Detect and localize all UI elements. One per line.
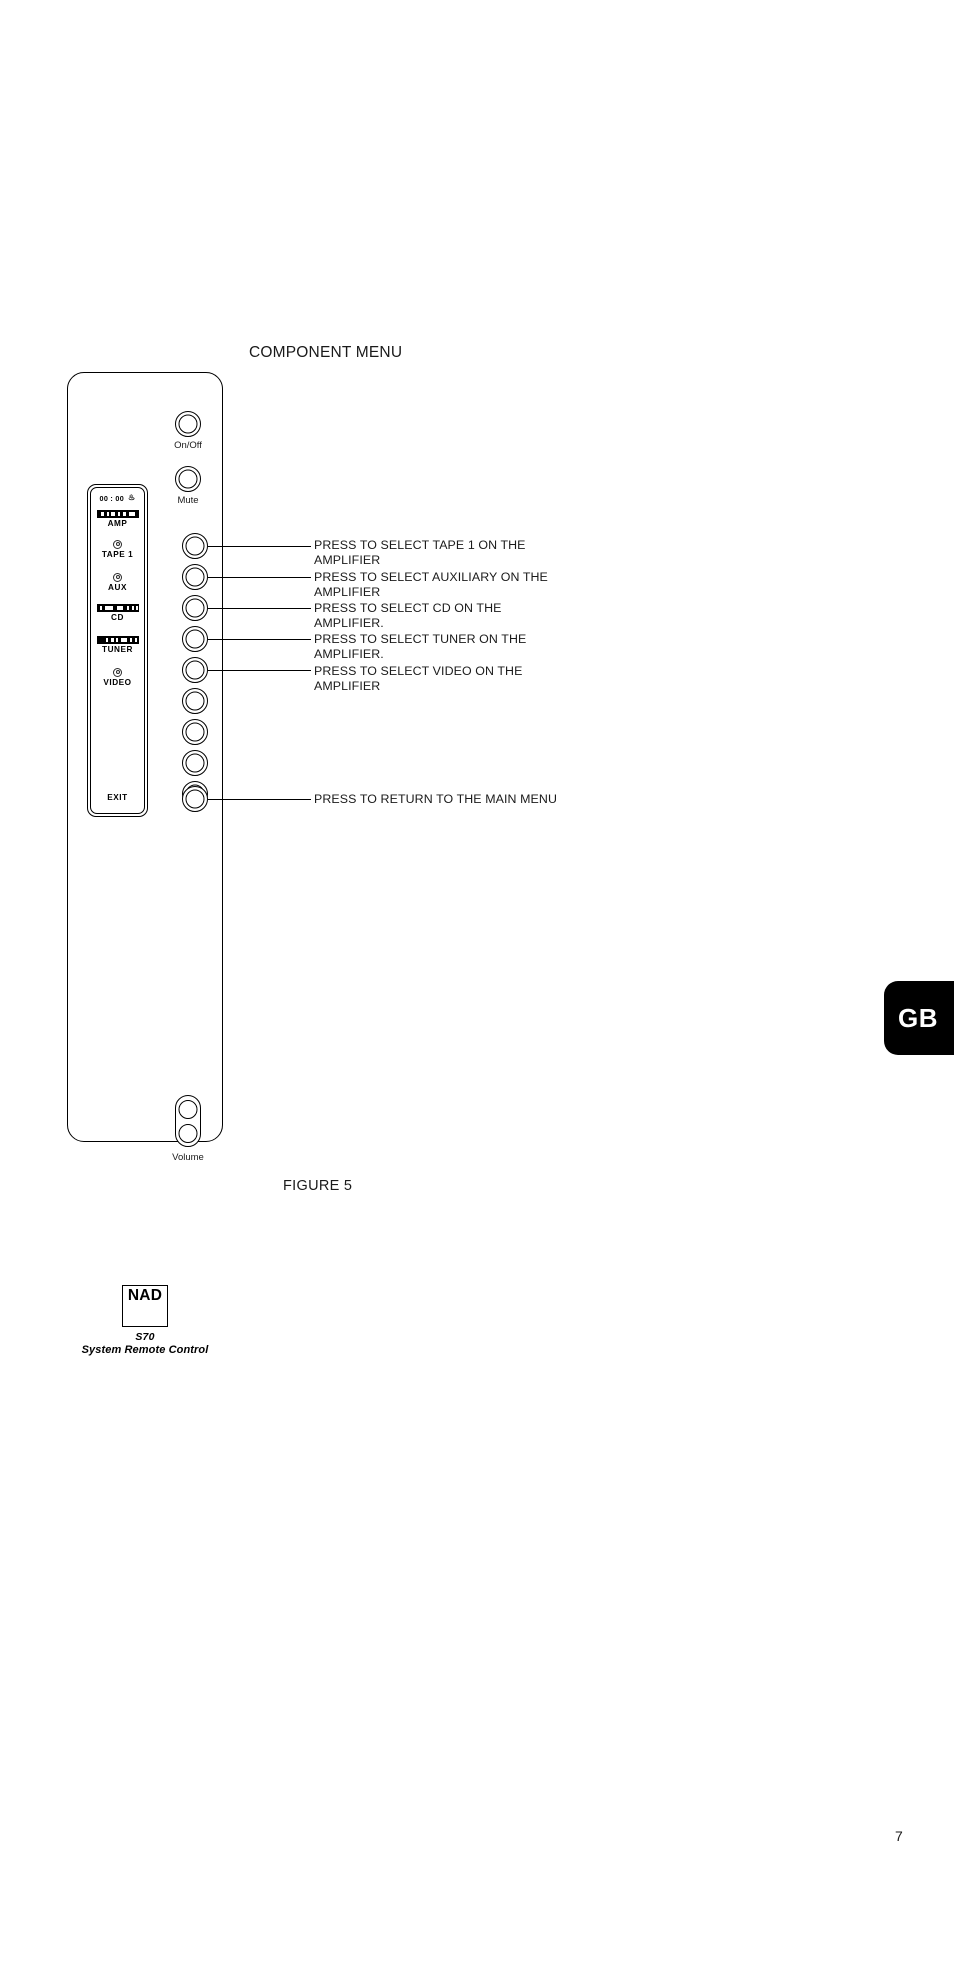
volume-rocker[interactable] <box>175 1095 201 1147</box>
leader-line-5 <box>208 670 311 671</box>
lcd-clock-row: 00 : 00 ♨ <box>91 494 145 503</box>
soft-button-7[interactable] <box>182 719 208 745</box>
manual-page: COMPONENT MENU 00 : 00 ♨ AMP TAPE 1 AUX … <box>0 0 954 1987</box>
lcd-entry-label: TAPE 1 <box>101 549 134 559</box>
soft-button-8[interactable] <box>182 750 208 776</box>
segment-bar-icon <box>96 603 139 612</box>
volume-down-button[interactable] <box>178 1123 198 1143</box>
page-title: COMPONENT MENU <box>249 344 403 361</box>
bell-icon: ♨ <box>128 493 136 503</box>
callout-main-menu: PRESS TO RETURN TO THE MAIN MENU <box>314 792 558 806</box>
page-number: 7 <box>895 1828 903 1844</box>
lcd-entry-tape1: TAPE 1 <box>91 539 145 560</box>
lcd-clock-value: 00 : 00 <box>99 493 124 503</box>
language-tab-label: GB <box>898 1002 938 1033</box>
lcd-entry-label: CD <box>111 612 124 622</box>
lcd-entry-aux: AUX <box>91 572 145 593</box>
remote-lcd-panel: 00 : 00 ♨ AMP TAPE 1 AUX CD TUNER VIDEO … <box>87 484 148 817</box>
lcd-entry-label: VIDEO <box>103 677 132 687</box>
disc-icon <box>113 667 122 677</box>
lcd-exit-label: EXIT <box>107 793 128 803</box>
soft-button-3[interactable] <box>182 595 208 621</box>
soft-button-6[interactable] <box>182 688 208 714</box>
lcd-entry-label: AMP <box>107 518 128 528</box>
lcd-entry-label: AUX <box>108 582 127 592</box>
soft-button-2[interactable] <box>182 564 208 590</box>
nad-logo: NAD <box>122 1285 168 1327</box>
disc-icon <box>113 572 122 582</box>
callout-auxiliary: PRESS TO SELECT AUXILIARY ON THE AMPLIFI… <box>314 570 548 599</box>
lcd-entry-tuner: TUNER <box>91 635 145 655</box>
lcd-entry-cd: CD <box>91 603 145 623</box>
figure-caption: FIGURE 5 <box>283 1178 353 1194</box>
leader-line-3 <box>208 608 311 609</box>
mute-button[interactable] <box>175 466 201 492</box>
callout-video: PRESS TO SELECT VIDEO ON THE AMPLIFIER <box>314 664 523 693</box>
callout-tuner: PRESS TO SELECT TUNER ON THE AMPLIFIER. <box>314 632 527 661</box>
lcd-entry-label: TUNER <box>102 644 133 654</box>
leader-line-2 <box>208 577 311 578</box>
soft-button-4[interactable] <box>182 626 208 652</box>
model-name: S70 <box>135 1331 155 1343</box>
on-off-button[interactable] <box>175 411 201 437</box>
soft-button-5[interactable] <box>182 657 208 683</box>
soft-button-1[interactable] <box>182 533 208 559</box>
disc-icon <box>113 539 122 549</box>
on-off-label: On/Off <box>174 440 202 451</box>
leader-line-4 <box>208 639 311 640</box>
mute-label: Mute <box>177 495 199 506</box>
segment-bar-icon <box>96 635 139 644</box>
leader-line-1 <box>208 546 311 547</box>
volume-up-button[interactable] <box>178 1099 198 1119</box>
language-tab-gb: GB <box>884 981 954 1055</box>
lcd-entry-video: VIDEO <box>91 667 145 688</box>
lcd-screen: 00 : 00 ♨ AMP TAPE 1 AUX CD TUNER VIDEO … <box>89 486 146 815</box>
callout-tape1: PRESS TO SELECT TAPE 1 ON THE AMPLIFIER <box>314 538 526 567</box>
product-name: System Remote Control <box>81 1344 209 1356</box>
nad-logo-text: NAD <box>127 1287 163 1304</box>
segment-bar-icon <box>96 509 139 518</box>
callout-cd: PRESS TO SELECT CD ON THE AMPLIFIER. <box>314 601 502 630</box>
lcd-entry-amp: AMP <box>91 509 145 529</box>
volume-label: Volume <box>172 1152 204 1163</box>
leader-line-exit <box>208 799 311 800</box>
brand-block: NAD S70 System Remote Control <box>67 1285 223 1356</box>
soft-button-exit[interactable] <box>182 786 208 812</box>
